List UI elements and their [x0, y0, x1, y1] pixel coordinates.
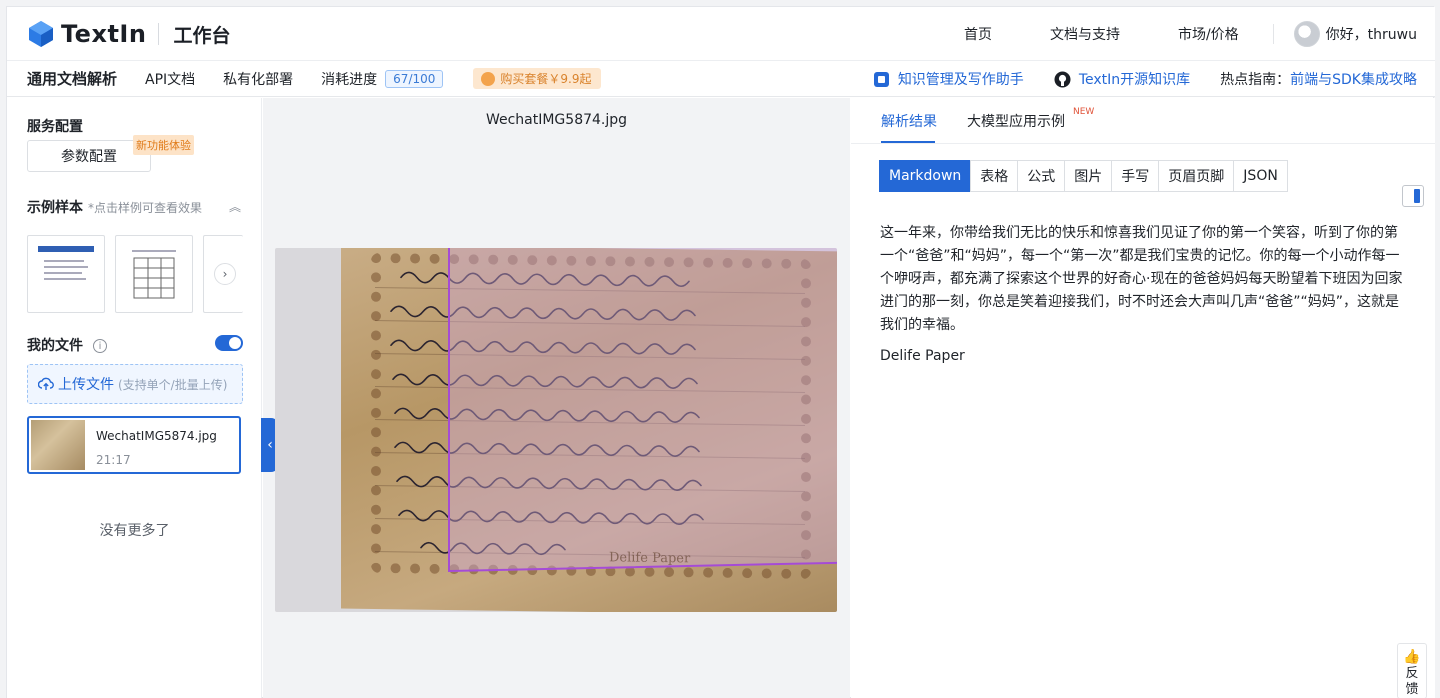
assistant-icon	[873, 71, 889, 87]
tab-llm-examples[interactable]: 大模型应用示例	[967, 111, 1065, 131]
result-tabs: 解析结果 大模型应用示例 NEW	[851, 98, 1435, 144]
format-tabs: Markdown 表格 公式 图片 手写 页眉页脚 JSON	[879, 160, 1288, 192]
knowledge-assistant-label: 知识管理及写作助手	[897, 72, 1024, 88]
left-panel: 服务配置 参数配置 新功能体验 示例样本 *点击样例可查看效果 ︽ › 我的文件…	[7, 98, 262, 698]
my-files-toggle[interactable]	[215, 335, 243, 351]
format-handwriting[interactable]: 手写	[1111, 160, 1160, 192]
usage-label: 消耗进度	[321, 71, 378, 88]
service-config-title: 服务配置	[27, 119, 83, 135]
sub-toolbar-right: 知识管理及写作助手 TextIn开源知识库 热点指南： 前端与SDK集成攻略	[843, 61, 1417, 97]
upload-label: 上传文件	[58, 377, 114, 393]
sample-thumb-paper[interactable]	[27, 235, 105, 313]
text-region-overlay[interactable]	[448, 248, 837, 573]
info-icon[interactable]: i	[93, 339, 107, 353]
nav-divider	[1272, 24, 1274, 44]
new-badge: NEW	[1073, 107, 1095, 117]
format-header-footer[interactable]: 页眉页脚	[1158, 160, 1235, 192]
tab-parse-result[interactable]: 解析结果	[881, 111, 937, 131]
result-footer-text: Delife Paper	[880, 348, 965, 364]
chevron-up-icon[interactable]: ︽	[229, 198, 241, 215]
api-docs-link[interactable]: API文档	[145, 69, 195, 89]
active-tab-indicator	[881, 141, 935, 143]
open-source-kb-link[interactable]: TextIn开源知识库	[1054, 69, 1190, 89]
chevron-left-icon: ‹	[267, 437, 273, 453]
format-image[interactable]: 图片	[1064, 160, 1113, 192]
thumbs-up-icon: 👍	[1403, 649, 1421, 665]
format-json[interactable]: JSON	[1233, 160, 1288, 192]
logo-divider	[158, 23, 160, 45]
samples-title: 示例样本 *点击样例可查看效果	[27, 197, 202, 217]
new-feature-tag: 新功能体验	[133, 135, 194, 155]
open-source-kb-label: TextIn开源知识库	[1078, 72, 1191, 88]
product-title: 通用文档解析	[27, 70, 118, 88]
buy-package-label: 购买套餐￥9.9起	[500, 72, 592, 86]
result-paragraph: 这一年来，你带给我们无比的快乐和惊喜我们见证了你的第一个笑容，听到了你的第一个“…	[880, 225, 1403, 333]
hot-guide-link[interactable]: 前端与SDK集成攻略	[1290, 69, 1417, 89]
samples-hint: *点击样例可查看效果	[88, 201, 203, 215]
format-table[interactable]: 表格	[970, 160, 1019, 192]
logo[interactable]: TextIn 工作台	[27, 20, 230, 48]
buy-package-button[interactable]: 购买套餐￥9.9起	[473, 68, 602, 89]
nav-market-pricing[interactable]: 市场/价格	[1178, 24, 1239, 44]
file-item[interactable]: WechatIMG5874.jpg 21:17	[27, 416, 241, 474]
shopping-bag-icon	[481, 71, 496, 86]
sub-toolbar: 通用文档解析 API文档 私有化部署 消耗进度 67/100 购买套餐￥9.9起…	[7, 61, 1435, 97]
avatar	[1293, 21, 1320, 47]
viewer-filename: WechatIMG5874.jpg	[485, 112, 628, 128]
github-icon	[1054, 71, 1071, 87]
app-window: TextIn 工作台 首页 文档与支持 市场/价格 你好，thruwu 通用文档…	[6, 6, 1435, 698]
brand-name: TextIn	[61, 20, 147, 48]
hot-guide-label: 热点指南：	[1220, 72, 1291, 88]
document-image[interactable]: Delife Paper	[275, 248, 837, 612]
file-time: 21:17	[96, 453, 131, 467]
split-view-icon[interactable]	[1402, 185, 1424, 207]
upload-hint: (支持单个/批量上传)	[118, 377, 228, 392]
top-nav: 首页 文档与支持 市场/价格 你好，thruwu	[906, 7, 1417, 61]
result-panel: 解析结果 大模型应用示例 NEW Markdown 表格 公式 图片 手写 页眉…	[851, 98, 1435, 698]
table-preview-icon	[132, 250, 176, 299]
sample-thumb-table[interactable]	[115, 235, 193, 313]
feedback-button[interactable]: 👍 反馈	[1397, 643, 1427, 698]
user-menu[interactable]: 你好，thruwu	[1293, 21, 1417, 47]
samples-title-label: 示例样本	[27, 200, 83, 216]
my-files-label: 我的文件	[27, 338, 83, 354]
textin-logo-icon	[29, 21, 53, 47]
document-preview-icon	[38, 246, 94, 280]
nav-home[interactable]: 首页	[964, 24, 992, 44]
usage-badge: 67/100	[385, 69, 444, 88]
format-formula[interactable]: 公式	[1017, 160, 1066, 192]
paper-brand-text: Delife Paper	[609, 550, 691, 567]
top-header: TextIn 工作台 首页 文档与支持 市场/价格 你好，thruwu	[7, 7, 1435, 61]
workspace-title: 工作台	[173, 24, 231, 47]
file-thumbnail	[31, 420, 85, 470]
knowledge-assistant-link[interactable]: 知识管理及写作助手	[873, 69, 1024, 89]
chevron-right-icon[interactable]: ›	[214, 263, 236, 285]
no-more-text: 没有更多了	[99, 523, 170, 539]
user-greeting: 你好，thruwu	[1325, 27, 1417, 43]
private-deploy-link[interactable]: 私有化部署	[223, 69, 293, 89]
upload-file-button[interactable]: 上传文件 (支持单个/批量上传)	[27, 364, 243, 404]
nav-docs-support[interactable]: 文档与支持	[1050, 24, 1120, 44]
document-viewer: WechatIMG5874.jpg ‹ Delife Paper	[261, 98, 850, 698]
feedback-label: 反馈	[1405, 666, 1419, 697]
format-markdown[interactable]: Markdown	[879, 160, 972, 192]
paper-photo: Delife Paper	[341, 248, 837, 612]
cloud-upload-icon	[38, 377, 54, 390]
my-files-title: 我的文件 i	[27, 335, 107, 355]
file-name: WechatIMG5874.jpg	[96, 429, 217, 443]
